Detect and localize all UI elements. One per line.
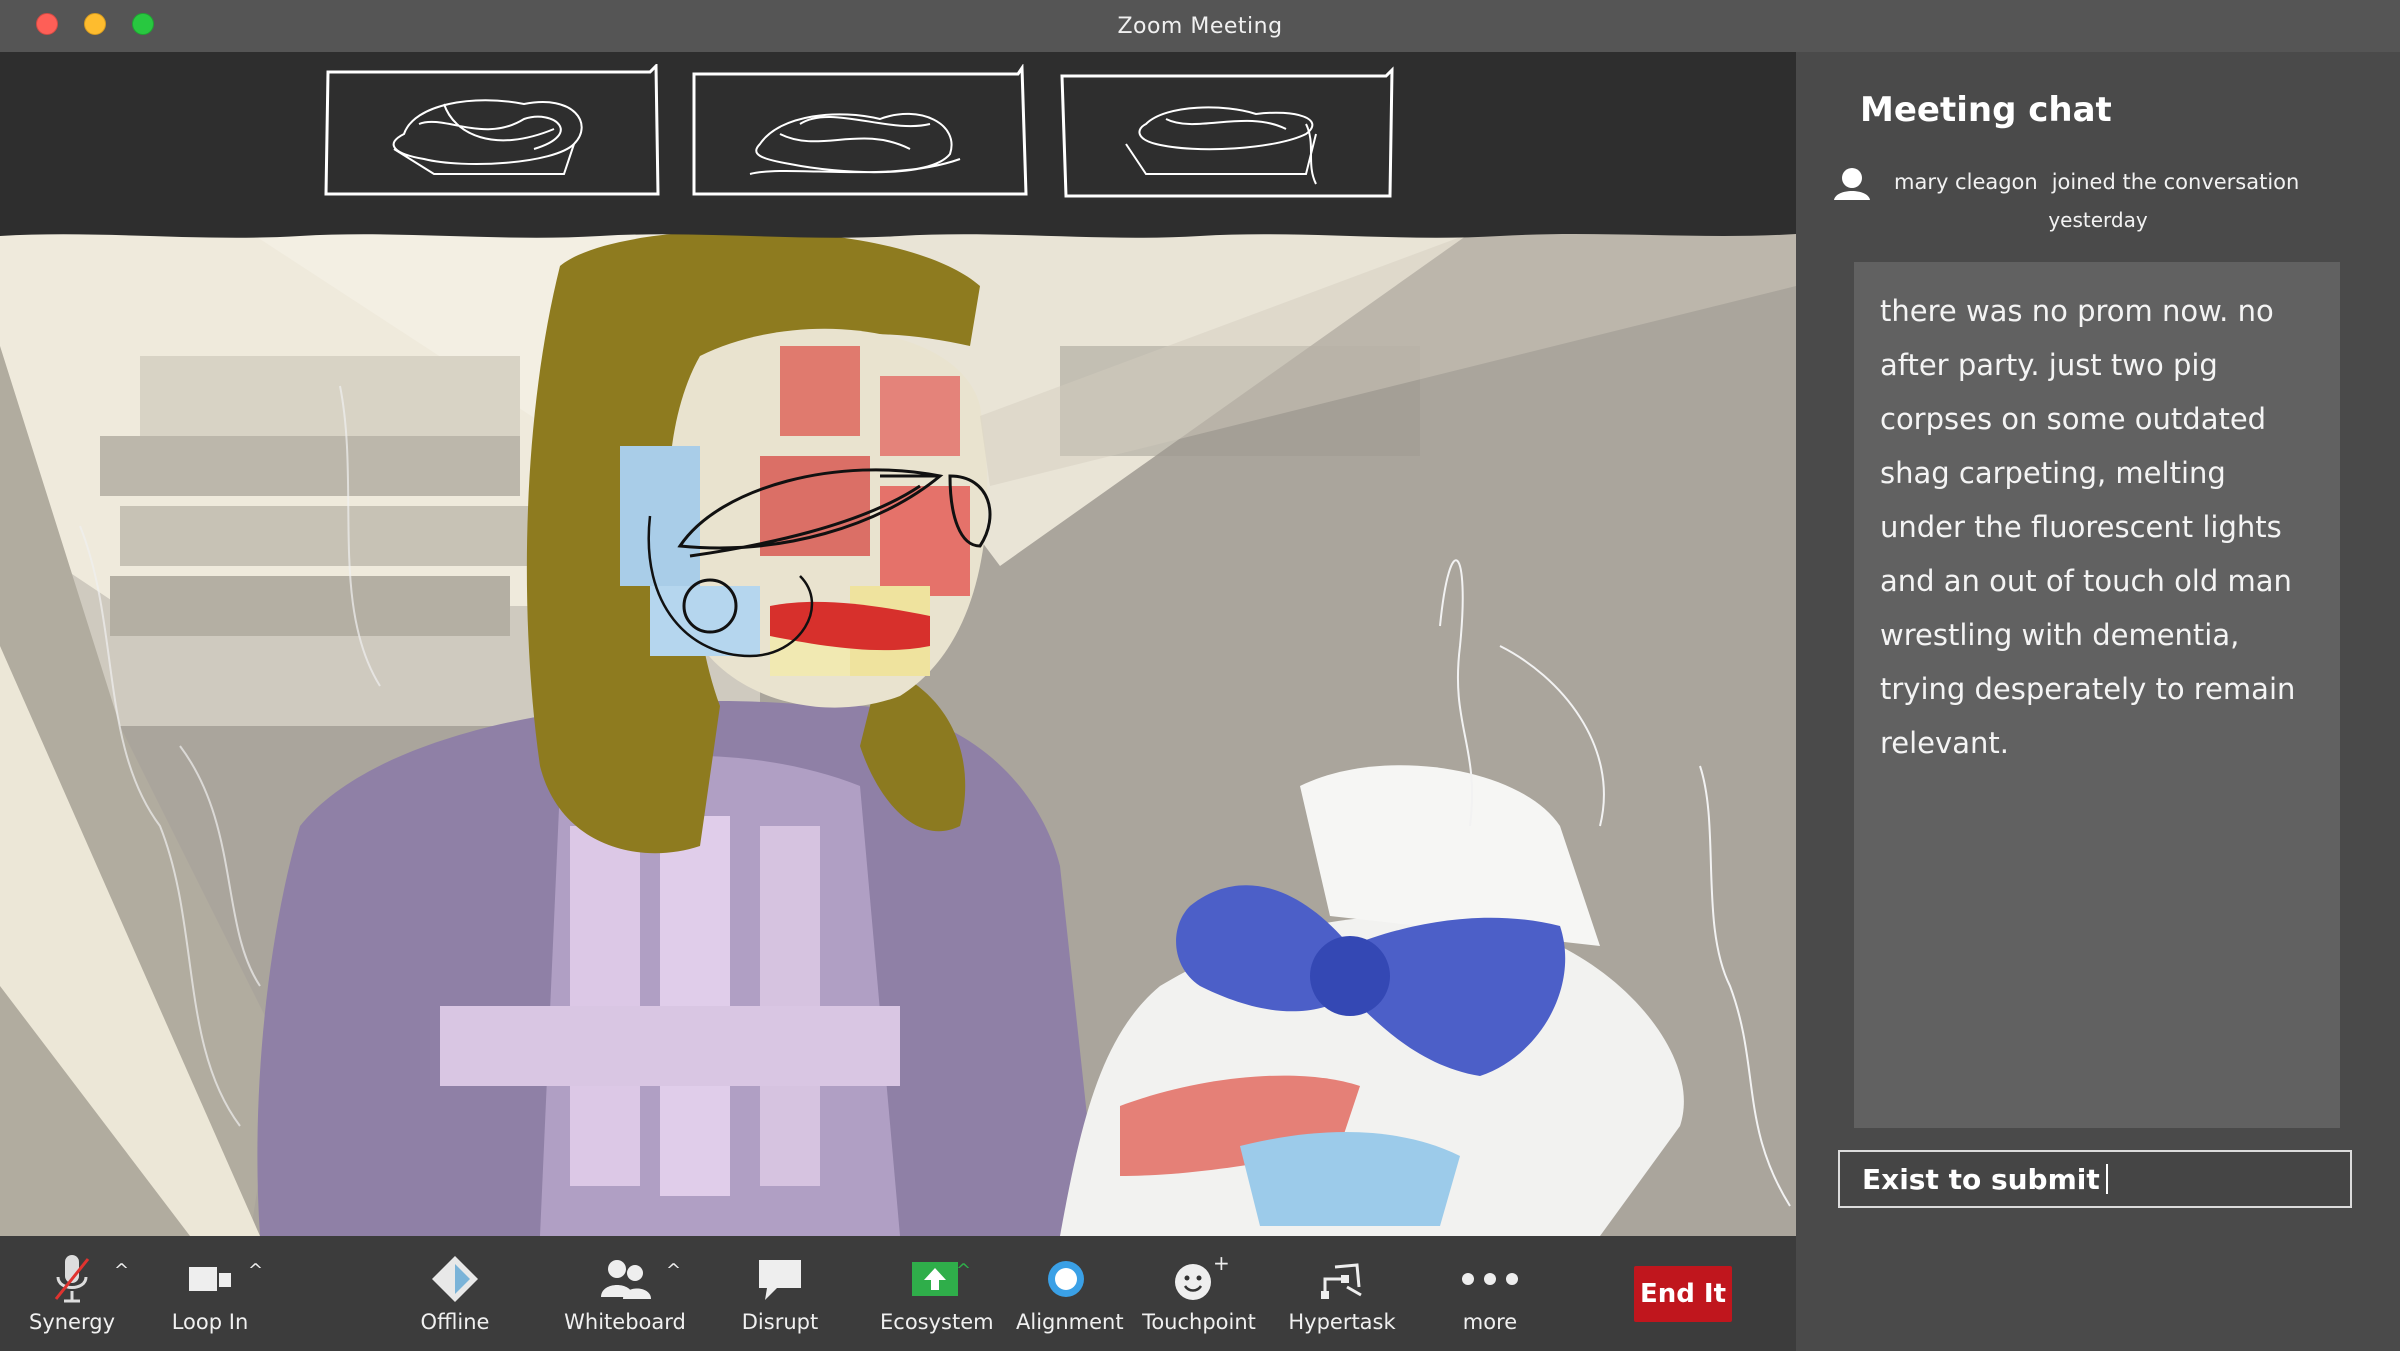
alignment-label: Alignment <box>1016 1310 1124 1334</box>
ecosystem-options-chevron-icon[interactable]: ^ <box>956 1260 971 1281</box>
main-video-feed <box>0 226 1796 1236</box>
whiteboard-label: Whiteboard <box>564 1310 686 1334</box>
touchpoint-label: Touchpoint <box>1142 1310 1256 1334</box>
touchpoint-button[interactable]: + Touchpoint <box>1142 1248 1256 1334</box>
offline-button[interactable]: Offline <box>405 1248 505 1334</box>
join-timestamp: yesterday <box>2048 208 2148 232</box>
hypertask-label: Hypertask <box>1288 1310 1396 1334</box>
title-bar: Zoom Meeting <box>0 0 2400 52</box>
muted-microphone-icon <box>22 1248 122 1310</box>
offline-label: Offline <box>420 1310 490 1334</box>
join-notification: mary cleagon joined the conversation <box>1894 170 2313 194</box>
share-screen-icon <box>880 1248 990 1310</box>
chat-input-value: Exist to submit <box>1862 1162 2100 1196</box>
more-label: more <box>1462 1310 1518 1334</box>
whiteboard-options-chevron-icon[interactable]: ^ <box>666 1260 681 1281</box>
text-caret <box>2105 1164 2108 1194</box>
participant-thumbnail[interactable] <box>1056 64 1394 198</box>
loop-in-label: Loop In <box>171 1310 249 1334</box>
participant-thumbnail[interactable] <box>324 62 662 198</box>
video-camera-icon <box>160 1248 260 1310</box>
more-dots-icon <box>1440 1248 1540 1310</box>
synergy-button[interactable]: Synergy <box>22 1248 122 1334</box>
chat-message-text: there was no prom now. no after party. j… <box>1880 294 2296 760</box>
smiley-plus-icon: + <box>1142 1248 1256 1310</box>
speech-bubble-icon <box>730 1248 830 1310</box>
disrupt-button[interactable]: Disrupt <box>730 1248 830 1334</box>
circle-icon <box>1016 1248 1116 1310</box>
hypertask-button[interactable]: Hypertask <box>1280 1248 1404 1334</box>
disrupt-label: Disrupt <box>741 1310 819 1334</box>
loop-in-button[interactable]: Loop In <box>160 1248 260 1334</box>
participant-thumbnail-strip <box>0 52 1796 226</box>
participant-thumbnail[interactable] <box>690 63 1028 198</box>
chat-input-field[interactable]: Exist to submit <box>1838 1150 2352 1208</box>
user-avatar-icon <box>1832 164 1872 204</box>
more-button[interactable]: more <box>1440 1248 1540 1334</box>
alignment-button[interactable]: Alignment <box>1016 1248 1124 1334</box>
synergy-label: Synergy <box>28 1310 115 1334</box>
join-action-text: joined the conversation <box>2051 170 2300 194</box>
ecosystem-button[interactable]: Ecosystem <box>880 1248 994 1334</box>
end-meeting-button[interactable]: End It <box>1634 1266 1732 1322</box>
ecosystem-label: Ecosystem <box>880 1310 994 1334</box>
loop-in-options-chevron-icon[interactable]: ^ <box>248 1260 263 1281</box>
chat-title: Meeting chat <box>1860 90 2112 130</box>
window-title: Zoom Meeting <box>1117 14 1283 39</box>
participant-video-painting <box>0 226 1796 1236</box>
sketch-icon <box>1280 1248 1404 1310</box>
synergy-options-chevron-icon[interactable]: ^ <box>114 1260 129 1281</box>
svg-text:+: + <box>1213 1254 1229 1275</box>
meeting-toolbar: Synergy ^ Loop In ^ Offline Whiteboard ^… <box>0 1236 1796 1351</box>
join-user-name[interactable]: mary cleagon <box>1894 170 2038 194</box>
chat-message-box: there was no prom now. no after party. j… <box>1854 262 2340 1128</box>
diamond-icon <box>405 1248 505 1310</box>
chat-panel: Meeting chat mary cleagon joined the conv… <box>1796 52 2400 1351</box>
